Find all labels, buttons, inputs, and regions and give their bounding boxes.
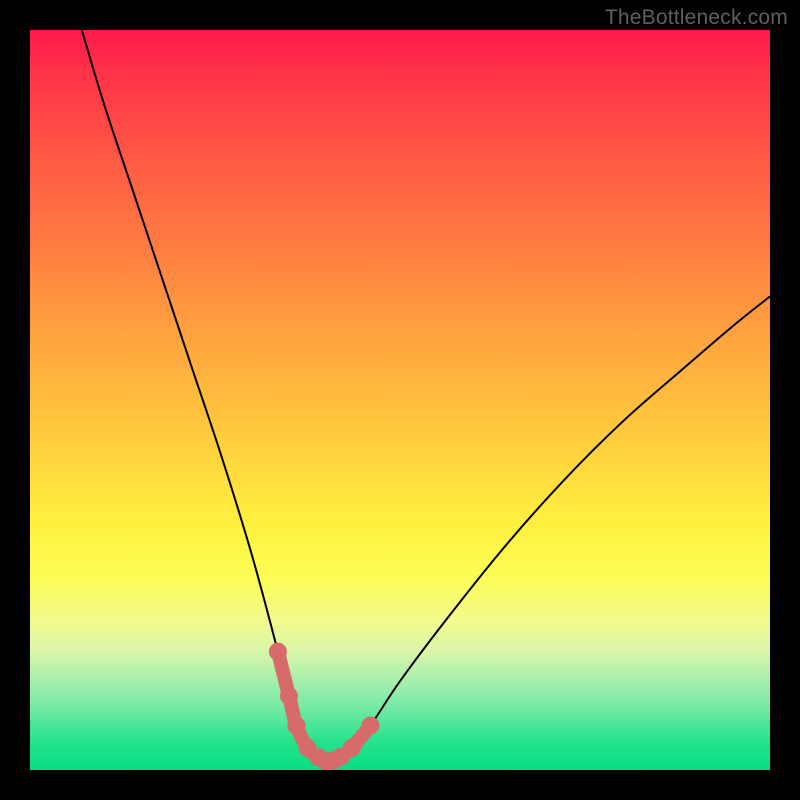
highlight-dot (269, 643, 287, 661)
bottleneck-curve (82, 30, 770, 761)
chart-svg (30, 30, 770, 770)
highlight-dot (343, 739, 361, 757)
highlight-dots (269, 643, 380, 770)
bottleneck-curve-path (82, 30, 770, 761)
highlight-dot (361, 717, 379, 735)
chart-plot-area (30, 30, 770, 770)
highlight-dot (280, 687, 298, 705)
highlight-dot (287, 717, 305, 735)
watermark-text: TheBottleneck.com (605, 6, 788, 30)
